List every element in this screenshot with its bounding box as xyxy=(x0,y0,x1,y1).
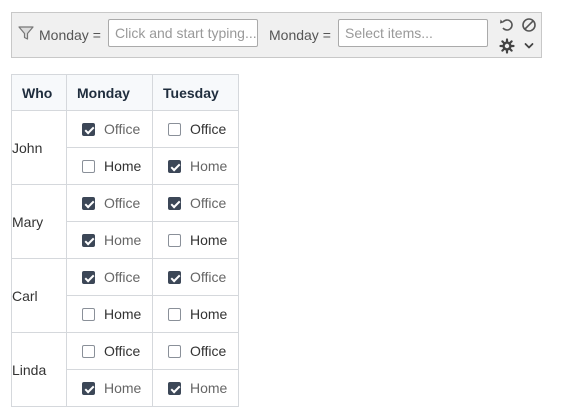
checkbox-checked[interactable] xyxy=(82,381,95,395)
monday-cell: Home xyxy=(66,295,153,333)
filter-toolbar: Monday = Click and start typing... Monda… xyxy=(11,12,542,58)
table-row: John Office Office xyxy=(11,110,239,185)
checkbox-checked[interactable] xyxy=(168,196,181,210)
monday-cell: Home xyxy=(66,221,153,259)
settings-gear-icon[interactable] xyxy=(499,38,515,54)
schedule-table: Who Monday Tuesday John Office Office Home H… xyxy=(11,74,239,407)
chevron-down-icon[interactable] xyxy=(521,38,537,54)
tuesday-cell: Home xyxy=(152,221,239,259)
checkbox-label: Home xyxy=(104,306,142,322)
tuesday-cell: Office xyxy=(152,184,239,222)
monday-option[interactable]: Home xyxy=(67,371,152,406)
person-name: Mary xyxy=(11,184,67,259)
checkbox-checked[interactable] xyxy=(168,381,181,395)
table-row: Mary Office Office xyxy=(11,184,239,259)
monday-cell: Office xyxy=(66,258,153,296)
header-who[interactable]: Who xyxy=(11,74,67,111)
monday-cell: Office xyxy=(66,110,153,148)
monday-cell: Office xyxy=(66,184,153,222)
table-row: Carl Office Office xyxy=(11,258,239,333)
checkbox-label: Office xyxy=(104,343,141,359)
checkbox-label: Office xyxy=(190,343,227,359)
checkbox-unchecked[interactable] xyxy=(168,344,181,358)
undo-icon[interactable] xyxy=(499,17,515,33)
checkbox-label: Home xyxy=(104,158,142,174)
monday-option[interactable]: Office xyxy=(67,186,152,221)
checkbox-label: Home xyxy=(190,306,228,322)
tuesday-option[interactable]: Office xyxy=(153,260,238,295)
filter2-label: Monday = xyxy=(269,27,331,43)
checkbox-unchecked[interactable] xyxy=(82,344,95,358)
checkbox-label: Home xyxy=(104,380,142,396)
tuesday-option[interactable]: Home xyxy=(153,371,238,406)
checkbox-label: Office xyxy=(190,269,227,285)
tuesday-cell: Home xyxy=(152,147,239,185)
monday-option[interactable]: Office xyxy=(67,112,152,147)
checkbox-label: Office xyxy=(104,195,141,211)
monday-cell: Home xyxy=(66,147,153,185)
checkbox-label: Home xyxy=(190,380,228,396)
checkbox-label: Home xyxy=(190,232,228,248)
header-monday[interactable]: Monday xyxy=(66,74,153,111)
monday-cell: Office xyxy=(66,332,153,370)
tuesday-cell: Home xyxy=(152,295,239,333)
tuesday-cell: Office xyxy=(152,332,239,370)
checkbox-checked[interactable] xyxy=(82,270,95,284)
checkbox-checked[interactable] xyxy=(82,122,95,136)
tuesday-option[interactable]: Office xyxy=(153,112,238,147)
monday-option[interactable]: Home xyxy=(67,223,152,258)
checkbox-checked[interactable] xyxy=(82,196,95,210)
checkbox-checked[interactable] xyxy=(82,233,95,247)
monday-option[interactable]: Home xyxy=(67,149,152,184)
person-name: John xyxy=(11,110,67,185)
person-name: Linda xyxy=(11,332,67,407)
checkbox-unchecked[interactable] xyxy=(82,307,95,321)
checkbox-unchecked[interactable] xyxy=(168,122,181,136)
tuesday-option[interactable]: Office xyxy=(153,186,238,221)
monday-cell: Home xyxy=(66,369,153,407)
checkbox-label: Office xyxy=(190,195,227,211)
checkbox-unchecked[interactable] xyxy=(82,159,95,173)
checkbox-label: Office xyxy=(104,121,141,137)
tuesday-option[interactable]: Office xyxy=(153,334,238,369)
tuesday-option[interactable]: Home xyxy=(153,149,238,184)
clear-filter-icon[interactable] xyxy=(521,17,537,33)
checkbox-unchecked[interactable] xyxy=(168,307,181,321)
checkbox-label: Office xyxy=(104,269,141,285)
filter-icon xyxy=(18,25,34,41)
table-row: Linda Office Office xyxy=(11,332,239,407)
filter2-select-input[interactable]: Select items... xyxy=(338,19,488,47)
checkbox-label: Office xyxy=(190,121,227,137)
monday-option[interactable]: Office xyxy=(67,334,152,369)
tuesday-cell: Office xyxy=(152,258,239,296)
checkbox-checked[interactable] xyxy=(168,270,181,284)
checkbox-checked[interactable] xyxy=(168,159,181,173)
filter1-label: Monday = xyxy=(39,27,101,43)
checkbox-unchecked[interactable] xyxy=(168,233,181,247)
monday-option[interactable]: Office xyxy=(67,260,152,295)
monday-option[interactable]: Home xyxy=(67,297,152,332)
checkbox-label: Home xyxy=(190,158,228,174)
tuesday-option[interactable]: Home xyxy=(153,223,238,258)
filter1-search-input[interactable]: Click and start typing... xyxy=(108,19,258,47)
tuesday-cell: Office xyxy=(152,110,239,148)
person-name: Carl xyxy=(11,258,67,333)
checkbox-label: Home xyxy=(104,232,142,248)
header-tuesday[interactable]: Tuesday xyxy=(152,74,239,111)
tuesday-option[interactable]: Home xyxy=(153,297,238,332)
tuesday-cell: Home xyxy=(152,369,239,407)
